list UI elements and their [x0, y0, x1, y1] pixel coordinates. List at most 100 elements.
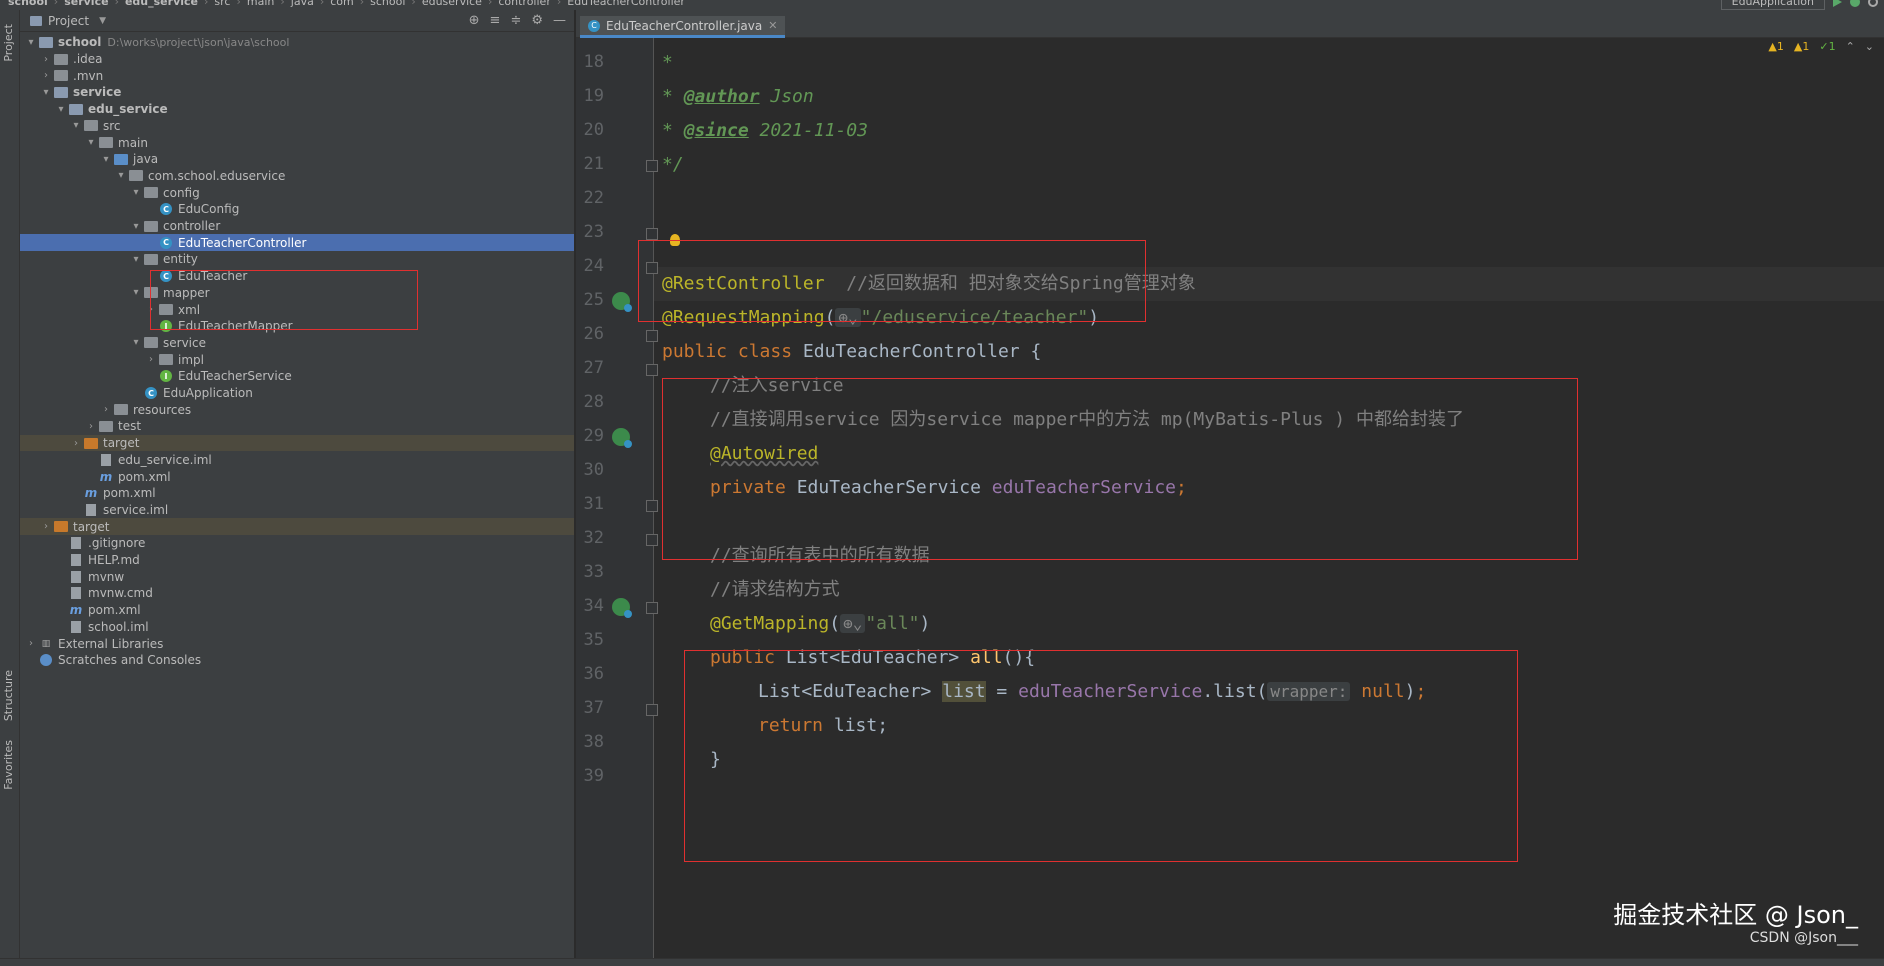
line-number[interactable]: 30: [576, 460, 604, 480]
breadcrumb-item[interactable]: eduservice: [422, 0, 482, 8]
fold-marker-icon[interactable]: [646, 228, 658, 240]
line-number[interactable]: 21: [576, 154, 604, 174]
tree-item[interactable]: ▾ config: [20, 184, 574, 201]
tree-item[interactable]: › ▥ External Libraries: [20, 635, 574, 652]
line-number[interactable]: 27: [576, 358, 604, 378]
tree-item[interactable]: m pom.xml: [20, 468, 574, 485]
line-number[interactable]: 26: [576, 324, 604, 344]
tree-item[interactable]: mvnw: [20, 568, 574, 585]
line-number[interactable]: 23: [576, 222, 604, 242]
debug-icon[interactable]: [1850, 0, 1860, 7]
tree-item[interactable]: school.iml: [20, 619, 574, 636]
breadcrumb-item[interactable]: service: [64, 0, 108, 8]
tree-item[interactable]: ▾ school D:\works\project\json\java\school: [20, 34, 574, 51]
tree-item[interactable]: Scratches and Consoles: [20, 652, 574, 669]
fold-marker-icon[interactable]: [646, 160, 658, 172]
tree-item[interactable]: ▾ controller: [20, 218, 574, 235]
expand-arrow-icon[interactable]: ›: [24, 638, 38, 649]
line-number[interactable]: 22: [576, 188, 604, 208]
run-configuration-select[interactable]: EduApplication: [1720, 0, 1825, 10]
line-number[interactable]: 36: [576, 664, 604, 684]
tree-item[interactable]: C EduApplication: [20, 385, 574, 402]
expand-arrow-icon[interactable]: ▾: [129, 287, 143, 298]
line-number[interactable]: 37: [576, 698, 604, 718]
expand-arrow-icon[interactable]: ›: [39, 54, 53, 65]
tree-item[interactable]: ▾ java: [20, 151, 574, 168]
tree-item[interactable]: › .mvn: [20, 67, 574, 84]
line-number[interactable]: 19: [576, 86, 604, 106]
line-number[interactable]: 24: [576, 256, 604, 276]
code-line-20[interactable]: * @since 2021-11-03: [662, 118, 868, 144]
breadcrumb-item[interactable]: src: [214, 0, 230, 8]
expand-arrow-icon[interactable]: ▾: [129, 337, 143, 348]
expand-arrow-icon[interactable]: ▾: [129, 187, 143, 198]
spring-bean-icon[interactable]: [612, 292, 632, 312]
breadcrumb-item[interactable]: com: [330, 0, 354, 8]
breadcrumb-item[interactable]: school: [8, 0, 48, 8]
line-number[interactable]: 18: [576, 52, 604, 72]
expand-arrow-icon[interactable]: ›: [144, 354, 158, 365]
fold-marker-icon[interactable]: [646, 364, 658, 376]
code-line-25[interactable]: public class EduTeacherController {: [662, 339, 1041, 365]
expand-arrow-icon[interactable]: ▾: [24, 37, 38, 48]
breadcrumb-item[interactable]: controller: [498, 0, 550, 8]
tree-item[interactable]: ▾ com.school.eduservice: [20, 168, 574, 185]
tree-item[interactable]: ▾ edu_service: [20, 101, 574, 118]
tree-item[interactable]: m pom.xml: [20, 485, 574, 502]
tree-item[interactable]: › resources: [20, 401, 574, 418]
expand-all-icon[interactable]: ≡: [490, 13, 501, 28]
tree-item[interactable]: C EduConfig: [20, 201, 574, 218]
line-number[interactable]: 28: [576, 392, 604, 412]
tree-item[interactable]: ▾ entity: [20, 251, 574, 268]
expand-arrow-icon[interactable]: ›: [84, 421, 98, 432]
favorites-tool-button[interactable]: Favorites: [2, 740, 15, 790]
tree-item[interactable]: HELP.md: [20, 552, 574, 569]
expand-arrow-icon[interactable]: ▾: [84, 137, 98, 148]
tree-item[interactable]: edu_service.iml: [20, 452, 574, 469]
code-line-18[interactable]: *: [662, 50, 673, 76]
code-line-33[interactable]: @GetMapping(⊕⌄ "all"): [710, 611, 930, 637]
tab-edu-teacher-controller[interactable]: C EduTeacherController.java ✕: [580, 16, 786, 38]
line-number[interactable]: 34: [576, 596, 604, 616]
line-number[interactable]: 20: [576, 120, 604, 140]
breadcrumb-item[interactable]: school: [370, 0, 405, 8]
search-icon[interactable]: [1868, 0, 1878, 7]
code-line-32[interactable]: //请求结构方式: [710, 577, 840, 603]
tree-item[interactable]: › target: [20, 518, 574, 535]
close-icon[interactable]: ✕: [768, 19, 777, 32]
tree-item[interactable]: › .idea: [20, 51, 574, 68]
line-number[interactable]: 31: [576, 494, 604, 514]
tree-item[interactable]: service.iml: [20, 502, 574, 519]
fold-marker-icon[interactable]: [646, 330, 658, 342]
tree-item[interactable]: ▾ service: [20, 335, 574, 352]
tree-item[interactable]: C EduTeacherController: [20, 234, 574, 252]
breadcrumb-item[interactable]: java: [291, 0, 314, 8]
hide-icon[interactable]: —: [553, 13, 566, 28]
breadcrumb-item[interactable]: main: [247, 0, 274, 8]
expand-arrow-icon[interactable]: ▾: [129, 254, 143, 265]
fold-marker-icon[interactable]: [646, 500, 658, 512]
tree-item[interactable]: mvnw.cmd: [20, 585, 574, 602]
line-number[interactable]: 38: [576, 732, 604, 752]
tree-item[interactable]: › target: [20, 434, 574, 452]
line-number[interactable]: 32: [576, 528, 604, 548]
gear-icon[interactable]: ⚙: [531, 13, 543, 28]
structure-tool-button[interactable]: Structure: [2, 670, 15, 721]
chevron-down-icon[interactable]: ⌄: [1865, 40, 1874, 53]
chevron-up-icon[interactable]: ⌃: [1846, 40, 1855, 53]
fold-marker-icon[interactable]: [646, 602, 658, 614]
expand-arrow-icon[interactable]: ▾: [39, 87, 53, 98]
fold-marker-icon[interactable]: [646, 704, 658, 716]
expand-arrow-icon[interactable]: ▾: [69, 120, 83, 131]
tree-item[interactable]: ▾ main: [20, 134, 574, 151]
line-number[interactable]: 29: [576, 426, 604, 446]
breadcrumb-item[interactable]: edu_service: [125, 0, 198, 8]
tree-item[interactable]: › impl: [20, 351, 574, 368]
line-number[interactable]: 25: [576, 290, 604, 310]
expand-arrow-icon[interactable]: ›: [39, 521, 53, 532]
expand-arrow-icon[interactable]: ▾: [114, 170, 128, 181]
line-number[interactable]: 35: [576, 630, 604, 650]
code-line-19[interactable]: * @author Json: [662, 84, 814, 110]
fold-marker-icon[interactable]: [646, 534, 658, 546]
tree-item[interactable]: m pom.xml: [20, 602, 574, 619]
